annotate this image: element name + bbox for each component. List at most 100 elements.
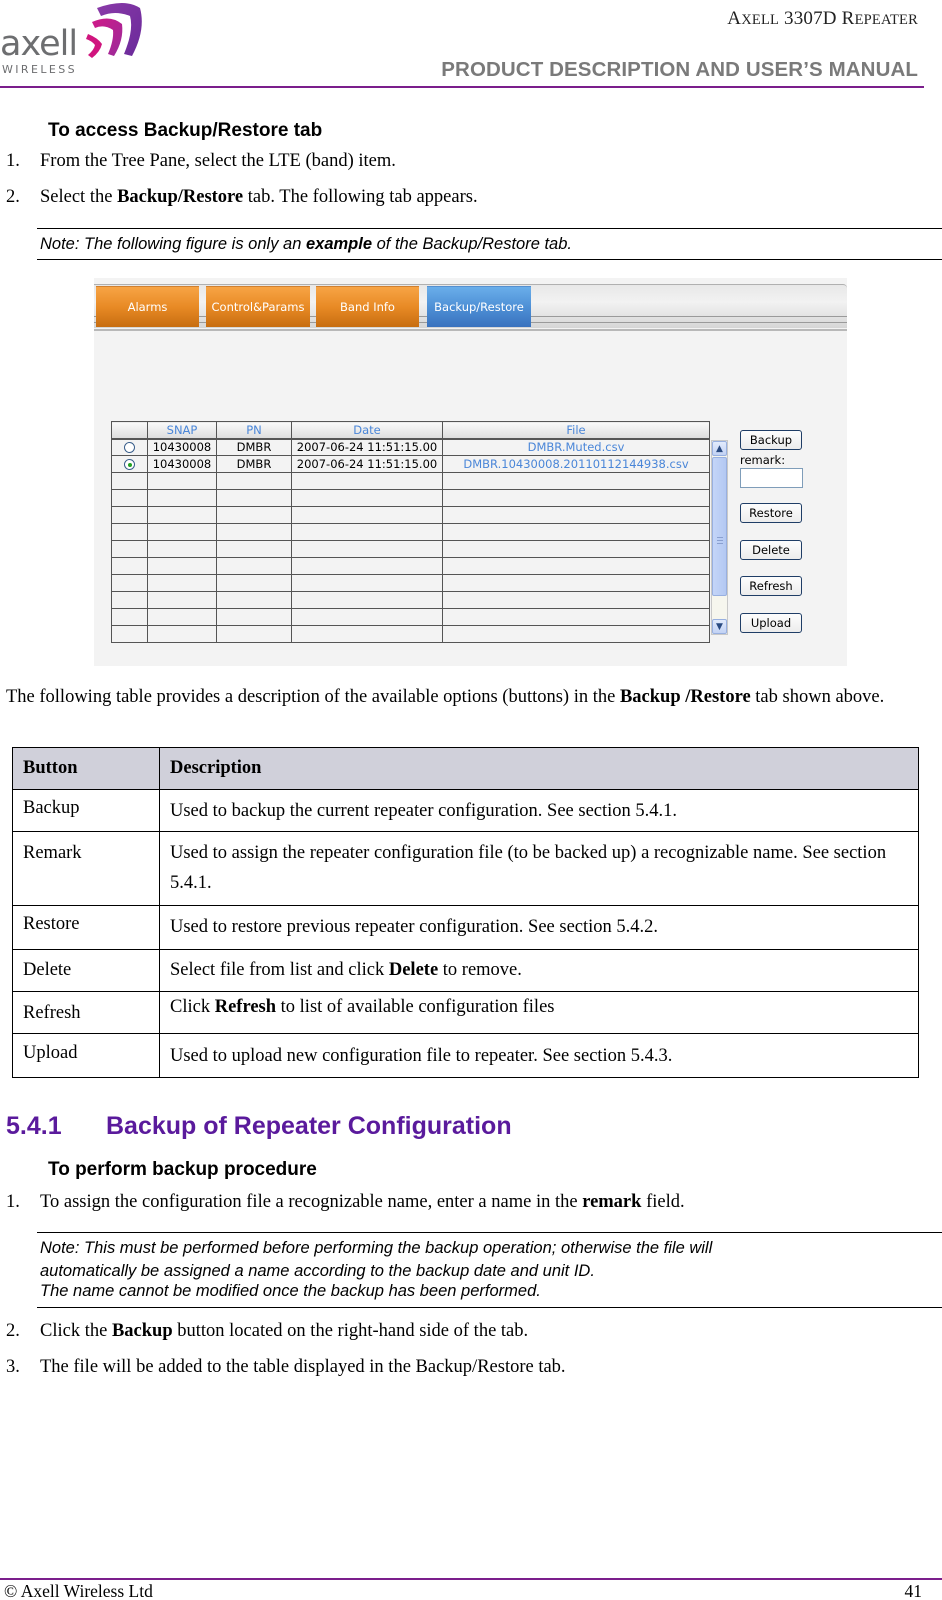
column-header-pn[interactable]: PN (216, 421, 292, 440)
cell-description: Click Refresh to list of available confi… (159, 991, 919, 1034)
empty-cell (216, 540, 292, 558)
empty-cell (291, 591, 443, 609)
logo-wordmark: axell (0, 24, 78, 64)
empty-cell (291, 489, 443, 507)
empty-cell (442, 591, 710, 609)
empty-cell (442, 472, 710, 490)
step-1: 1. From the Tree Pane, select the LTE (ba… (6, 151, 396, 171)
empty-cell (111, 489, 148, 507)
empty-cell (147, 591, 217, 609)
scroll-down-icon[interactable]: ▼ (712, 619, 727, 634)
cell-date: 2007-06-24 11:51:15.00 (291, 455, 443, 473)
empty-cell (442, 540, 710, 558)
cell-file[interactable]: DMBR.Muted.csv (442, 438, 710, 456)
empty-cell (442, 625, 710, 643)
backup-restore-screenshot: Alarms Control&Params Band Info Backup/R… (94, 278, 847, 666)
header-button: Button (12, 747, 160, 790)
empty-cell (147, 540, 217, 558)
cell-pn: DMBR (216, 455, 292, 473)
section-heading-5-4-1: 5.4.1 Backup of Repeater Configuration (6, 1112, 512, 1140)
tab-alarms[interactable]: Alarms (96, 286, 199, 327)
cell-description: Used to restore previous repeater config… (159, 905, 919, 950)
empty-cell (111, 472, 148, 490)
step-2: 2. Select the Backup/Restore tab. The fol… (6, 187, 478, 207)
empty-cell (147, 625, 217, 643)
upload-button[interactable]: Upload (740, 613, 802, 633)
row-select-radio[interactable] (124, 442, 135, 454)
empty-cell (216, 557, 292, 575)
table-row: Upload Used to upload new configuration … (12, 1033, 919, 1078)
cell-snap: 10430008 (147, 438, 217, 456)
cell-button-name: Delete (12, 949, 160, 992)
row-select-radio-selected[interactable] (124, 459, 135, 470)
empty-cell (291, 608, 443, 626)
empty-cell (111, 625, 148, 643)
manual-title: PRODUCT DESCRIPTION AND USER’S MANUAL (441, 58, 918, 81)
footer-divider (0, 1578, 942, 1580)
empty-cell (147, 557, 217, 575)
backup-step-2: 2. Click the Backup button located on the… (6, 1321, 529, 1341)
column-header-date[interactable]: Date (291, 421, 443, 440)
empty-cell (291, 472, 443, 490)
table-row-empty (111, 489, 710, 507)
empty-cell (442, 506, 710, 524)
column-header-file[interactable]: File (442, 421, 710, 440)
table-row: Remark Used to assign the repeater confi… (12, 831, 919, 906)
scroll-up-icon[interactable]: ▲ (712, 441, 727, 456)
header-divider (0, 86, 924, 88)
remark-input[interactable] (740, 468, 803, 488)
empty-cell (147, 472, 217, 490)
delete-button[interactable]: Delete (740, 540, 802, 560)
empty-cell (111, 557, 148, 575)
cell-description: Used to upload new configuration file to… (159, 1033, 919, 1078)
tab-control-params[interactable]: Control&Params (206, 286, 310, 327)
backup-button[interactable]: Backup (740, 430, 802, 450)
table-row[interactable]: 10430008 DMBR 2007-06-24 11:51:15.00 DMB… (111, 455, 710, 473)
product-title: AXELL 3307D REPEATER (727, 8, 918, 29)
cell-date: 2007-06-24 11:51:15.00 (291, 438, 443, 456)
cell-button-name: Restore (12, 905, 160, 950)
empty-cell (111, 540, 148, 558)
empty-cell (111, 574, 148, 592)
empty-cell (147, 506, 217, 524)
table-row-empty (111, 608, 710, 626)
column-header-select (111, 421, 148, 440)
empty-cell (291, 523, 443, 541)
cell-file[interactable]: DMBR.10430008.20110112144938.csv (442, 455, 710, 473)
empty-cell (216, 506, 292, 524)
empty-cell (147, 489, 217, 507)
table-row-empty (111, 625, 710, 643)
empty-cell (442, 608, 710, 626)
empty-cell (111, 506, 148, 524)
empty-cell (111, 591, 148, 609)
empty-cell (147, 574, 217, 592)
backup-files-table: SNAP PN Date File 10430008 DMBR 2007-06-… (111, 421, 710, 643)
backup-step-1: 1. To assign the configuration file a rec… (6, 1192, 685, 1212)
tab-band-info[interactable]: Band Info (316, 286, 419, 327)
restore-button[interactable]: Restore (740, 503, 802, 523)
tab-backup-restore[interactable]: Backup/Restore (427, 286, 531, 327)
empty-cell (216, 608, 292, 626)
table-row-empty (111, 591, 710, 609)
empty-cell (111, 523, 148, 541)
axell-wireless-logo: axell WIRELESS (0, 0, 150, 80)
table-row-empty (111, 506, 710, 524)
table-row: Backup Used to backup the current repeat… (12, 789, 919, 832)
empty-cell (291, 557, 443, 575)
cell-description: Used to assign the repeater configuratio… (159, 831, 919, 906)
scrollbar-thumb[interactable] (712, 457, 727, 596)
table-header-row: SNAP PN Date File (111, 421, 710, 440)
empty-cell (216, 472, 292, 490)
empty-cell (147, 523, 217, 541)
table-row: Restore Used to restore previous repeate… (12, 905, 919, 950)
cell-pn: DMBR (216, 438, 292, 456)
table-scrollbar[interactable]: ▲ ▼ (711, 440, 728, 635)
logo-subtext: WIRELESS (2, 63, 77, 76)
note-example: Note: The following figure is only an ex… (37, 228, 942, 260)
table-row[interactable]: 10430008 DMBR 2007-06-24 11:51:15.00 DMB… (111, 438, 710, 456)
refresh-button[interactable]: Refresh (740, 576, 802, 596)
procedure-title-backup: To perform backup procedure (48, 1159, 317, 1180)
column-header-snap[interactable]: SNAP (147, 421, 217, 440)
table-row-empty (111, 540, 710, 558)
table-row-empty (111, 574, 710, 592)
